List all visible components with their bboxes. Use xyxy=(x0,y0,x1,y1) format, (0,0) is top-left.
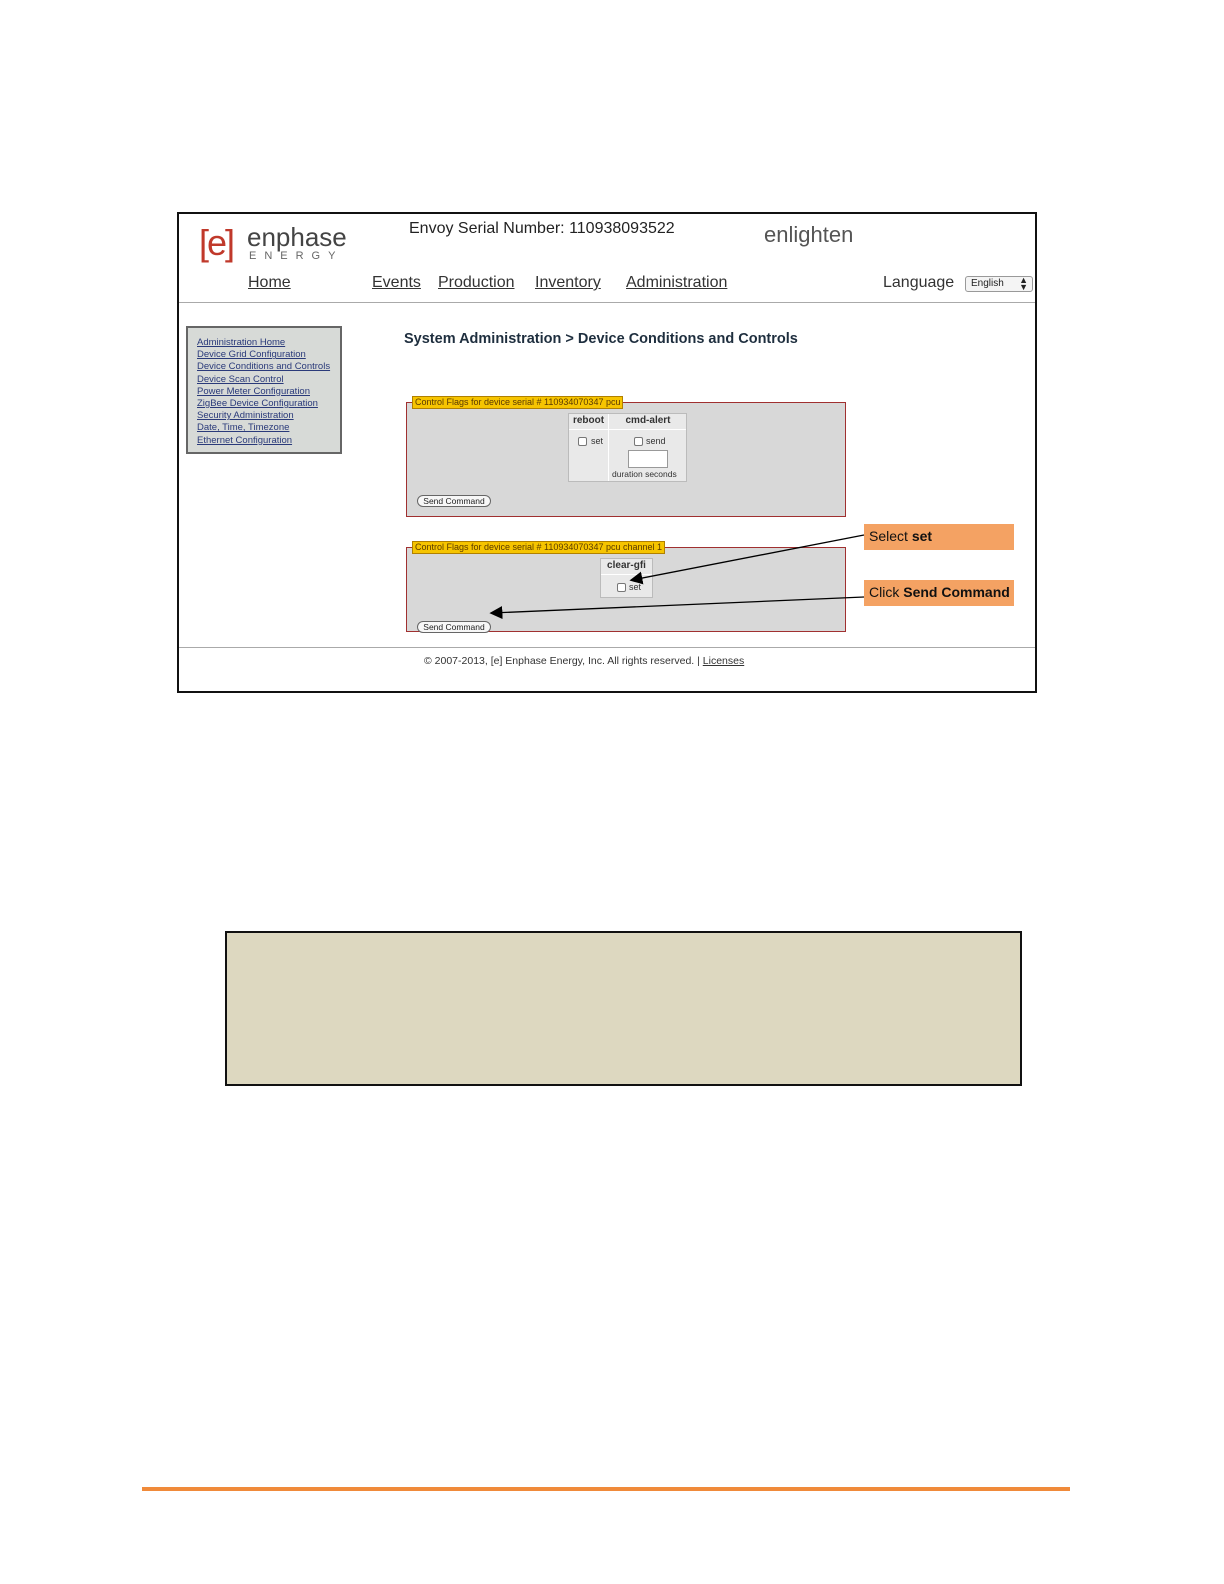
callout-bold: set xyxy=(911,528,933,544)
select-arrows-icon: ▲ ▼ xyxy=(1019,275,1028,292)
header-rule xyxy=(569,429,686,430)
duration-label: duration seconds xyxy=(612,469,677,479)
callout-prefix: Select xyxy=(869,528,912,544)
logo-word: enphase xyxy=(247,222,347,252)
reboot-column: reboot xyxy=(569,414,609,481)
page-title: System Administration > Device Condition… xyxy=(404,331,798,347)
checkbox-label: set xyxy=(591,436,604,446)
panel-legend: Control Flags for device serial # 110934… xyxy=(412,541,665,554)
sidebar-item-device-scan-control[interactable]: Device Scan Control xyxy=(197,374,340,386)
nav-inventory[interactable]: Inventory xyxy=(535,274,601,292)
checkbox-label: set xyxy=(629,582,642,592)
nav-production[interactable]: Production xyxy=(438,274,515,292)
callout-click-send-command: Click Send Command xyxy=(864,580,1014,606)
flags-table: clear-gfi set xyxy=(600,558,653,598)
column-header: cmd-alert xyxy=(625,415,671,426)
clear-gfi-set-checkbox[interactable] xyxy=(617,583,626,592)
sidebar-item-administration-home[interactable]: Administration Home xyxy=(197,337,340,349)
duration-seconds-input[interactable] xyxy=(628,450,668,468)
logo-subtitle: ENERGY xyxy=(249,250,344,262)
sidebar-item-power-meter-configuration[interactable]: Power Meter Configuration xyxy=(197,386,340,398)
send-command-button[interactable]: Send Command xyxy=(417,621,491,633)
sidebar-item-device-conditions-and-controls[interactable]: Device Conditions and Controls xyxy=(197,361,340,373)
note-box xyxy=(225,931,1022,1086)
panel-legend: Control Flags for device serial # 110934… xyxy=(412,396,624,409)
callout-prefix: Click xyxy=(869,584,904,600)
callout-select-set: Select set xyxy=(864,524,1014,550)
sidebar-item-security-administration[interactable]: Security Administration xyxy=(197,410,340,422)
footer: © 2007-2013, [e] Enphase Energy, Inc. Al… xyxy=(424,655,744,667)
language-select[interactable]: English ▲ ▼ xyxy=(965,276,1033,292)
admin-sidebar: Administration Home Device Grid Configur… xyxy=(186,326,342,454)
header-divider xyxy=(179,302,1035,303)
sidebar-item-date-time-timezone[interactable]: Date, Time, Timezone xyxy=(197,422,340,434)
envoy-serial: Envoy Serial Number: 110938093522 xyxy=(409,220,675,237)
checkbox-label: send xyxy=(646,436,666,446)
header-rule xyxy=(601,574,652,575)
nav-home[interactable]: Home xyxy=(248,274,291,292)
reboot-set-checkbox[interactable] xyxy=(578,437,587,446)
sidebar-item-zigbee-device-configuration[interactable]: ZigBee Device Configuration xyxy=(197,398,340,410)
logo-bracket: [e] xyxy=(199,222,235,263)
enphase-logo: [e] enphase ENERGY xyxy=(199,220,359,266)
callout-bold: Send Command xyxy=(903,584,1010,600)
licenses-link[interactable]: Licenses xyxy=(703,655,744,667)
screenshot-frame: [e] enphase ENERGY Envoy Serial Number: … xyxy=(177,212,1037,693)
nav-events[interactable]: Events xyxy=(372,274,421,292)
flags-table: reboot cmd-alert set send duration secon… xyxy=(568,413,687,482)
sidebar-item-device-grid-configuration[interactable]: Device Grid Configuration xyxy=(197,349,340,361)
cmd-alert-send-checkbox[interactable] xyxy=(634,437,643,446)
sidebar-item-ethernet-configuration[interactable]: Ethernet Configuration xyxy=(197,435,340,447)
nav-administration[interactable]: Administration xyxy=(626,274,727,292)
footer-divider xyxy=(179,647,1035,648)
column-header: clear-gfi xyxy=(607,560,646,571)
control-flags-panel-pcu: Control Flags for device serial # 110934… xyxy=(406,396,846,517)
language-value: English xyxy=(971,278,1004,289)
copyright-text: © 2007-2013, [e] Enphase Energy, Inc. Al… xyxy=(424,655,703,667)
enlighten-logo: enlighten xyxy=(764,222,854,247)
column-header: reboot xyxy=(572,415,605,426)
bottom-rule xyxy=(142,1487,1070,1491)
control-flags-panel-pcu-channel: Control Flags for device serial # 110934… xyxy=(406,541,846,633)
language-label: Language xyxy=(883,274,955,291)
send-command-button[interactable]: Send Command xyxy=(417,495,491,507)
